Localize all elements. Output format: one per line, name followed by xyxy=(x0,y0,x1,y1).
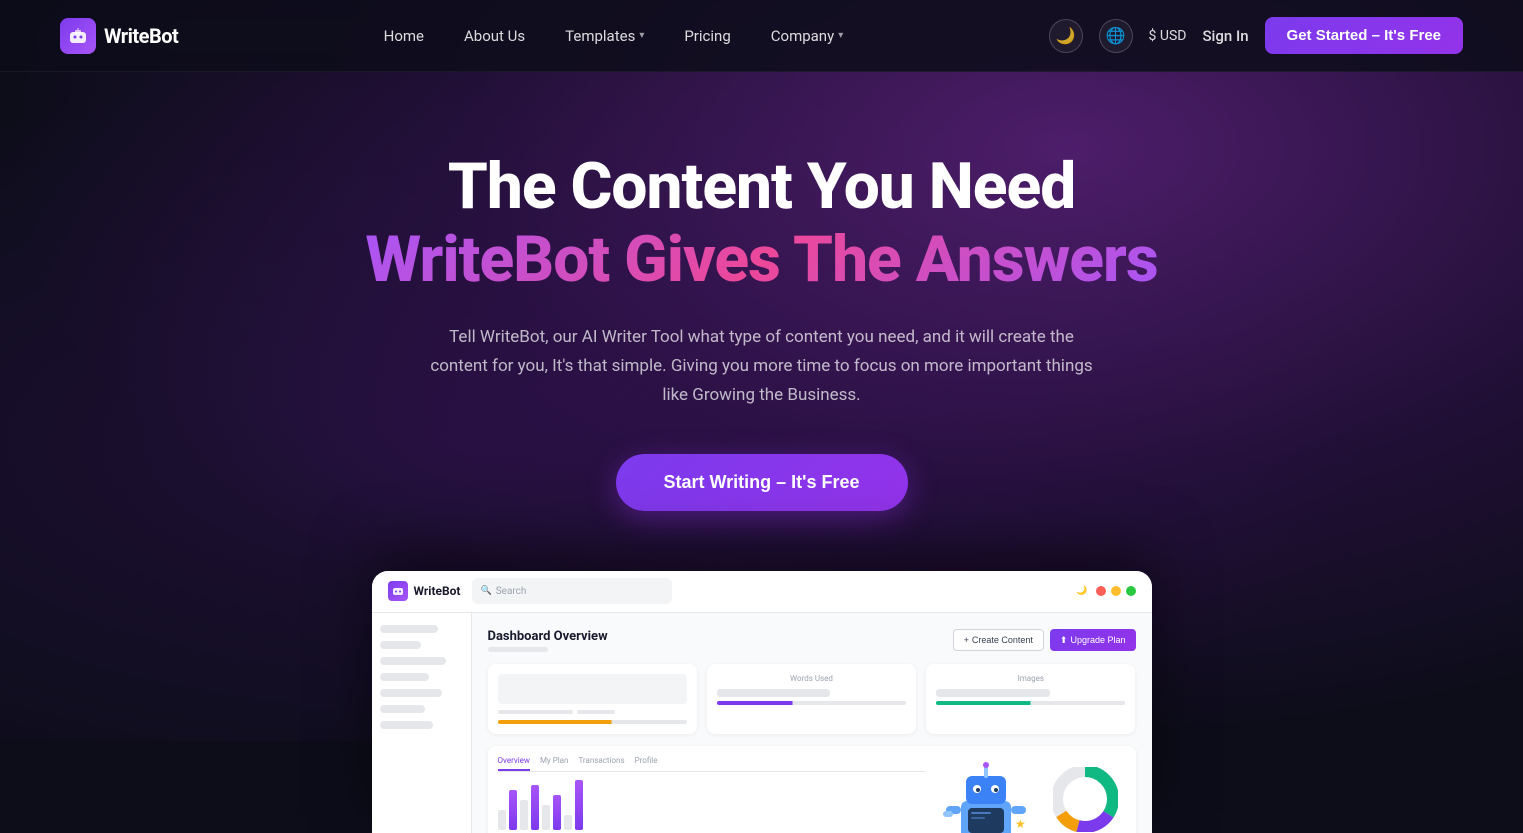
get-started-button[interactable]: Get Started – It's Free xyxy=(1265,17,1463,54)
start-writing-button[interactable]: Start Writing – It's Free xyxy=(616,454,908,511)
moon-icon: 🌙 xyxy=(1056,26,1076,45)
bar-item xyxy=(531,785,539,830)
db-overview-title: Dashboard Overview xyxy=(488,629,608,652)
hero-title-line2: WriteBot Gives The Answers xyxy=(365,222,1157,299)
db-upgrade-btn[interactable]: ⬆ Upgrade Plan xyxy=(1050,629,1136,651)
language-selector[interactable]: 🌐 xyxy=(1099,19,1133,53)
dashboard-body: Dashboard Overview + Create Content ⬆ Up… xyxy=(372,613,1152,833)
db-sidebar-item xyxy=(380,657,446,665)
hero-section: The Content You Need WriteBot Gives The … xyxy=(0,72,1523,833)
db-tab-profile[interactable]: Profile xyxy=(635,756,658,771)
bar-item xyxy=(564,815,572,830)
company-chevron-icon: ▾ xyxy=(838,30,843,41)
logo-icon xyxy=(60,18,96,54)
brand-name: WriteBot xyxy=(104,24,178,48)
currency-selector[interactable]: $ USD xyxy=(1149,28,1187,44)
flag-icon: 🌐 xyxy=(1106,26,1126,45)
dashboard-topbar: WriteBot 🔍 Search 🌙 xyxy=(372,571,1152,613)
db-tabs-row: Overview My Plan Transactions Profile xyxy=(498,756,926,772)
dashboard-preview: WriteBot 🔍 Search 🌙 xyxy=(372,571,1152,833)
db-logo-icon xyxy=(388,581,408,601)
db-sidebar-item xyxy=(380,705,426,713)
db-upgrade-icon: ⬆ xyxy=(1060,635,1068,646)
dark-mode-toggle[interactable]: 🌙 xyxy=(1049,19,1083,53)
db-sidebar-item xyxy=(380,625,438,633)
navbar-actions: 🌙 🌐 $ USD Sign In Get Started – It's Fre… xyxy=(1049,17,1463,54)
nav-pricing[interactable]: Pricing xyxy=(668,19,746,53)
db-create-icon: + xyxy=(964,635,969,645)
db-stat-card-1 xyxy=(488,664,697,734)
db-large-card: Overview My Plan Transactions Profile xyxy=(488,746,1136,833)
db-bar-chart xyxy=(498,780,926,830)
db-brand-name: WriteBot xyxy=(414,584,461,598)
db-stat-card-3: Images xyxy=(926,664,1135,734)
svg-text:★: ★ xyxy=(1015,817,1026,831)
db-btn-group: + Create Content ⬆ Upgrade Plan xyxy=(953,629,1136,651)
db-header-row: Dashboard Overview + Create Content ⬆ Up… xyxy=(488,629,1136,652)
db-moon-icon: 🌙 xyxy=(1076,586,1087,596)
db-sidebar-item xyxy=(380,721,434,729)
bar-item xyxy=(498,810,506,830)
db-stats-cards: Words Used Images xyxy=(488,664,1136,734)
db-tab-myplan[interactable]: My Plan xyxy=(540,756,569,771)
bar-item xyxy=(520,800,528,830)
db-stats-area: Overview My Plan Transactions Profile xyxy=(498,756,926,833)
nav-home[interactable]: Home xyxy=(368,19,440,53)
db-sidebar-item xyxy=(380,641,422,649)
db-topbar-right: 🌙 xyxy=(1076,586,1135,596)
db-search-icon: 🔍 xyxy=(480,586,491,596)
currency-label: $ USD xyxy=(1149,28,1187,44)
db-stat-card-2: Words Used xyxy=(707,664,916,734)
db-sidebar-item xyxy=(380,673,430,681)
nav-about[interactable]: About Us xyxy=(448,19,541,53)
db-sidebar-item xyxy=(380,689,442,697)
db-tab-overview[interactable]: Overview xyxy=(498,756,530,771)
pie-chart-area: Usage Stats xyxy=(1046,756,1126,833)
navbar: WriteBot Home About Us Templates ▾ Prici… xyxy=(0,0,1523,72)
templates-chevron-icon: ▾ xyxy=(639,30,644,41)
db-sidebar xyxy=(372,613,472,833)
db-search-bar[interactable]: 🔍 Search xyxy=(472,578,672,604)
db-tab-transactions[interactable]: Transactions xyxy=(578,756,624,771)
db-create-content-btn[interactable]: + Create Content xyxy=(953,629,1044,651)
win-minimize-btn[interactable] xyxy=(1111,586,1121,596)
sign-in-button[interactable]: Sign In xyxy=(1202,27,1248,45)
db-logo: WriteBot xyxy=(388,581,461,601)
win-close-btn[interactable] xyxy=(1096,586,1106,596)
db-search-placeholder: Search xyxy=(496,586,527,597)
db-main-content: Dashboard Overview + Create Content ⬆ Up… xyxy=(472,613,1152,833)
nav-links: Home About Us Templates ▾ Pricing Compan… xyxy=(368,19,860,53)
robot-illustration: ★ xyxy=(936,756,1036,833)
nav-company[interactable]: Company ▾ xyxy=(755,19,859,53)
nav-templates[interactable]: Templates ▾ xyxy=(549,19,660,53)
window-controls xyxy=(1096,586,1136,596)
bar-item xyxy=(575,780,583,830)
bar-item xyxy=(542,805,550,830)
bar-item xyxy=(553,795,561,830)
logo-area: WriteBot xyxy=(60,18,178,54)
win-maximize-btn[interactable] xyxy=(1126,586,1136,596)
hero-title-line1: The Content You Need xyxy=(448,152,1075,222)
hero-subtitle: Tell WriteBot, our AI Writer Tool what t… xyxy=(422,323,1102,410)
bar-item xyxy=(509,790,517,830)
